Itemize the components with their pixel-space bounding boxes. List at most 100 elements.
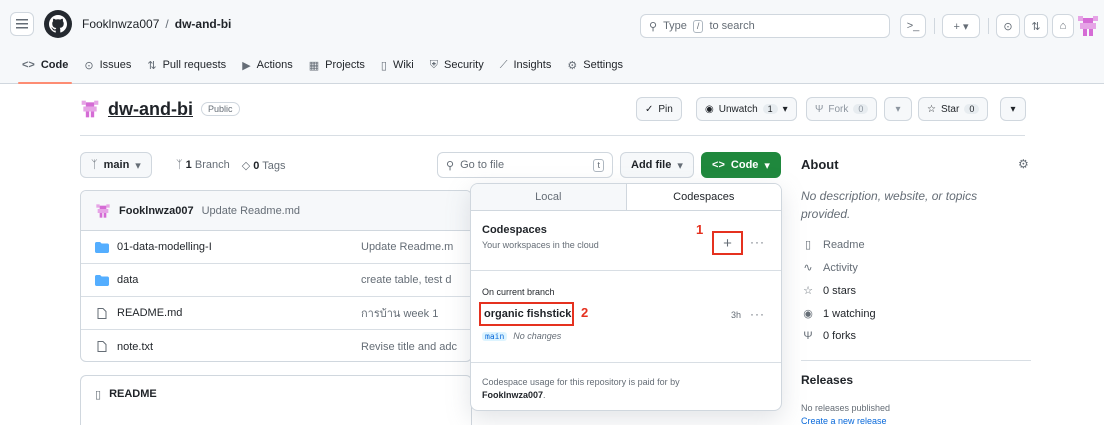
tags-link[interactable]: ◇ 0 Tags xyxy=(242,159,286,172)
tab-code[interactable]: <> Code xyxy=(14,47,76,84)
play-icon: ▶ xyxy=(242,59,251,72)
graph-icon: ⟋ xyxy=(499,58,508,71)
repo-owner-avatar xyxy=(81,100,99,118)
billing-owner[interactable]: Fooklnwza007 xyxy=(482,390,543,400)
commit-author[interactable]: Fooklnwza007 xyxy=(119,205,194,217)
commit-message[interactable]: Update Readme.md xyxy=(202,205,300,217)
stars-label: 0 stars xyxy=(823,284,857,297)
tab-settings[interactable]: ⚙ Settings xyxy=(559,47,631,83)
tab-wiki[interactable]: ▯ Wiki xyxy=(373,47,422,83)
branch-selector[interactable]: ᛉ main ▾ xyxy=(80,152,152,178)
table-row[interactable]: README.md การบ้าน week 1 xyxy=(81,297,471,330)
file-commit-message[interactable]: create table, test d xyxy=(361,274,452,286)
file-name[interactable]: data xyxy=(117,274,138,286)
breadcrumb-repo[interactable]: dw-and-bi xyxy=(175,17,232,31)
code-icon: <> xyxy=(22,59,35,71)
create-new-button[interactable]: + ▾ xyxy=(942,14,980,38)
inbox-button[interactable]: ⌂ xyxy=(1052,14,1074,38)
pull-requests-header-button[interactable]: ⇅ xyxy=(1024,14,1048,38)
breadcrumb-owner[interactable]: Fooklnwza007 xyxy=(82,17,159,31)
table-row[interactable]: note.txt Revise title and adc xyxy=(81,330,471,361)
terminal-button[interactable]: >_ xyxy=(900,14,926,38)
fork-label: Fork xyxy=(828,103,849,115)
on-current-branch-label: On current branch xyxy=(482,287,555,297)
tab-pull-requests[interactable]: ⇅ Pull requests xyxy=(139,47,234,83)
codespace-billing-note: Codespace usage for this repository is p… xyxy=(482,376,722,402)
star-dropdown-button[interactable]: ▾ xyxy=(1000,97,1026,121)
tab-local[interactable]: Local xyxy=(471,184,627,210)
create-codespace-button[interactable]: + xyxy=(712,231,743,255)
menu-button[interactable] xyxy=(10,12,34,36)
stars-link[interactable]: ☆ 0 stars xyxy=(801,284,857,298)
branches-link[interactable]: ᛉ 1 Branch xyxy=(176,159,230,171)
tab-label: Settings xyxy=(583,59,623,71)
tab-security[interactable]: ⛨ Security xyxy=(422,47,492,83)
pin-label: Pin xyxy=(658,103,673,115)
branches-count: 1 xyxy=(185,159,192,171)
search-shortcut: / xyxy=(692,19,704,33)
pin-button[interactable]: ✓ Pin xyxy=(636,97,682,121)
codespaces-more-button[interactable]: ··· xyxy=(750,235,765,249)
search-icon: ⚲ xyxy=(446,159,455,172)
fork-dropdown-button[interactable]: ▾ xyxy=(884,97,912,121)
shield-icon: ⛨ xyxy=(429,58,438,71)
forks-link[interactable]: Ψ 0 forks xyxy=(801,330,856,342)
issue-icon: ⊙ xyxy=(1003,20,1013,33)
header-divider xyxy=(988,18,989,34)
file-name[interactable]: 01-data-modelling-I xyxy=(117,241,212,253)
search-input[interactable]: ⚲ Type / to search xyxy=(640,14,890,38)
annotation-2: 2 xyxy=(581,305,589,320)
unwatch-button[interactable]: ◉ Unwatch 1 ▾ xyxy=(696,97,797,121)
branches-label: Branch xyxy=(194,159,230,171)
go-to-file-shortcut: t xyxy=(593,158,604,172)
activity-link[interactable]: ∿ Activity xyxy=(801,261,858,275)
fork-icon: Ψ xyxy=(815,103,824,115)
star-button[interactable]: ☆ Star 0 xyxy=(918,97,989,121)
branch-icon: ᛉ xyxy=(176,159,183,171)
tab-issues[interactable]: ⊙ Issues xyxy=(76,47,139,83)
file-commit-message[interactable]: Update Readme.m xyxy=(361,241,453,253)
table-row[interactable]: data create table, test d xyxy=(81,264,471,297)
file-commit-message[interactable]: การบ้าน week 1 xyxy=(361,304,438,322)
table-row[interactable]: 01-data-modelling-I Update Readme.m xyxy=(81,231,471,264)
chevron-down-icon: ▾ xyxy=(895,103,901,115)
plus-icon: + xyxy=(723,234,732,252)
github-logo-icon[interactable] xyxy=(44,10,72,38)
readme-header: ▯ README xyxy=(80,375,472,425)
pin-icon: ✓ xyxy=(645,103,654,115)
latest-commit: Fooklnwza007 Update Readme.md xyxy=(81,191,471,231)
go-to-file-input[interactable]: ⚲ Go to file t xyxy=(437,152,613,178)
codespace-more-button[interactable]: ··· xyxy=(750,307,765,321)
tab-actions[interactable]: ▶ Actions xyxy=(234,47,301,83)
releases-title[interactable]: Releases xyxy=(801,373,853,387)
watching-link[interactable]: ◉ 1 watching xyxy=(801,307,875,321)
codespace-changes: No changes xyxy=(513,331,562,341)
fork-button[interactable]: Ψ Fork 0 xyxy=(806,97,878,121)
about-description: No description, website, or topics provi… xyxy=(801,189,978,221)
code-icon: <> xyxy=(712,159,725,171)
repo-title[interactable]: dw-and-bi xyxy=(108,99,193,120)
tab-projects[interactable]: ▦ Projects xyxy=(301,47,373,83)
gear-icon[interactable]: ⚙ xyxy=(1018,157,1029,171)
folder-icon xyxy=(95,274,109,286)
file-name[interactable]: README.md xyxy=(117,307,182,319)
readme-link[interactable]: ▯ Readme xyxy=(801,238,865,252)
file-name[interactable]: note.txt xyxy=(117,341,153,353)
activity-label: Activity xyxy=(823,261,858,274)
file-commit-message[interactable]: Revise title and adc xyxy=(361,341,457,353)
readme-label[interactable]: README xyxy=(109,388,157,400)
code-button[interactable]: <> Code ▾ xyxy=(701,152,781,178)
codespace-branch: main xyxy=(482,331,508,341)
book-icon: ▯ xyxy=(380,59,387,72)
terminal-icon: >_ xyxy=(906,20,920,32)
issues-header-button[interactable]: ⊙ xyxy=(996,14,1020,38)
user-avatar[interactable] xyxy=(1076,14,1100,38)
tab-insights[interactable]: ⟋ Insights xyxy=(492,47,560,83)
tab-codespaces[interactable]: Codespaces xyxy=(626,184,781,210)
pull-request-icon: ⇅ xyxy=(1031,20,1041,33)
create-release-link[interactable]: Create a new release xyxy=(801,416,887,425)
codespace-item[interactable]: organic fishstick xyxy=(479,302,574,326)
add-file-button[interactable]: Add file ▾ xyxy=(620,152,694,178)
tab-label: Code xyxy=(40,59,69,71)
chevron-down-icon: ▾ xyxy=(764,159,770,172)
